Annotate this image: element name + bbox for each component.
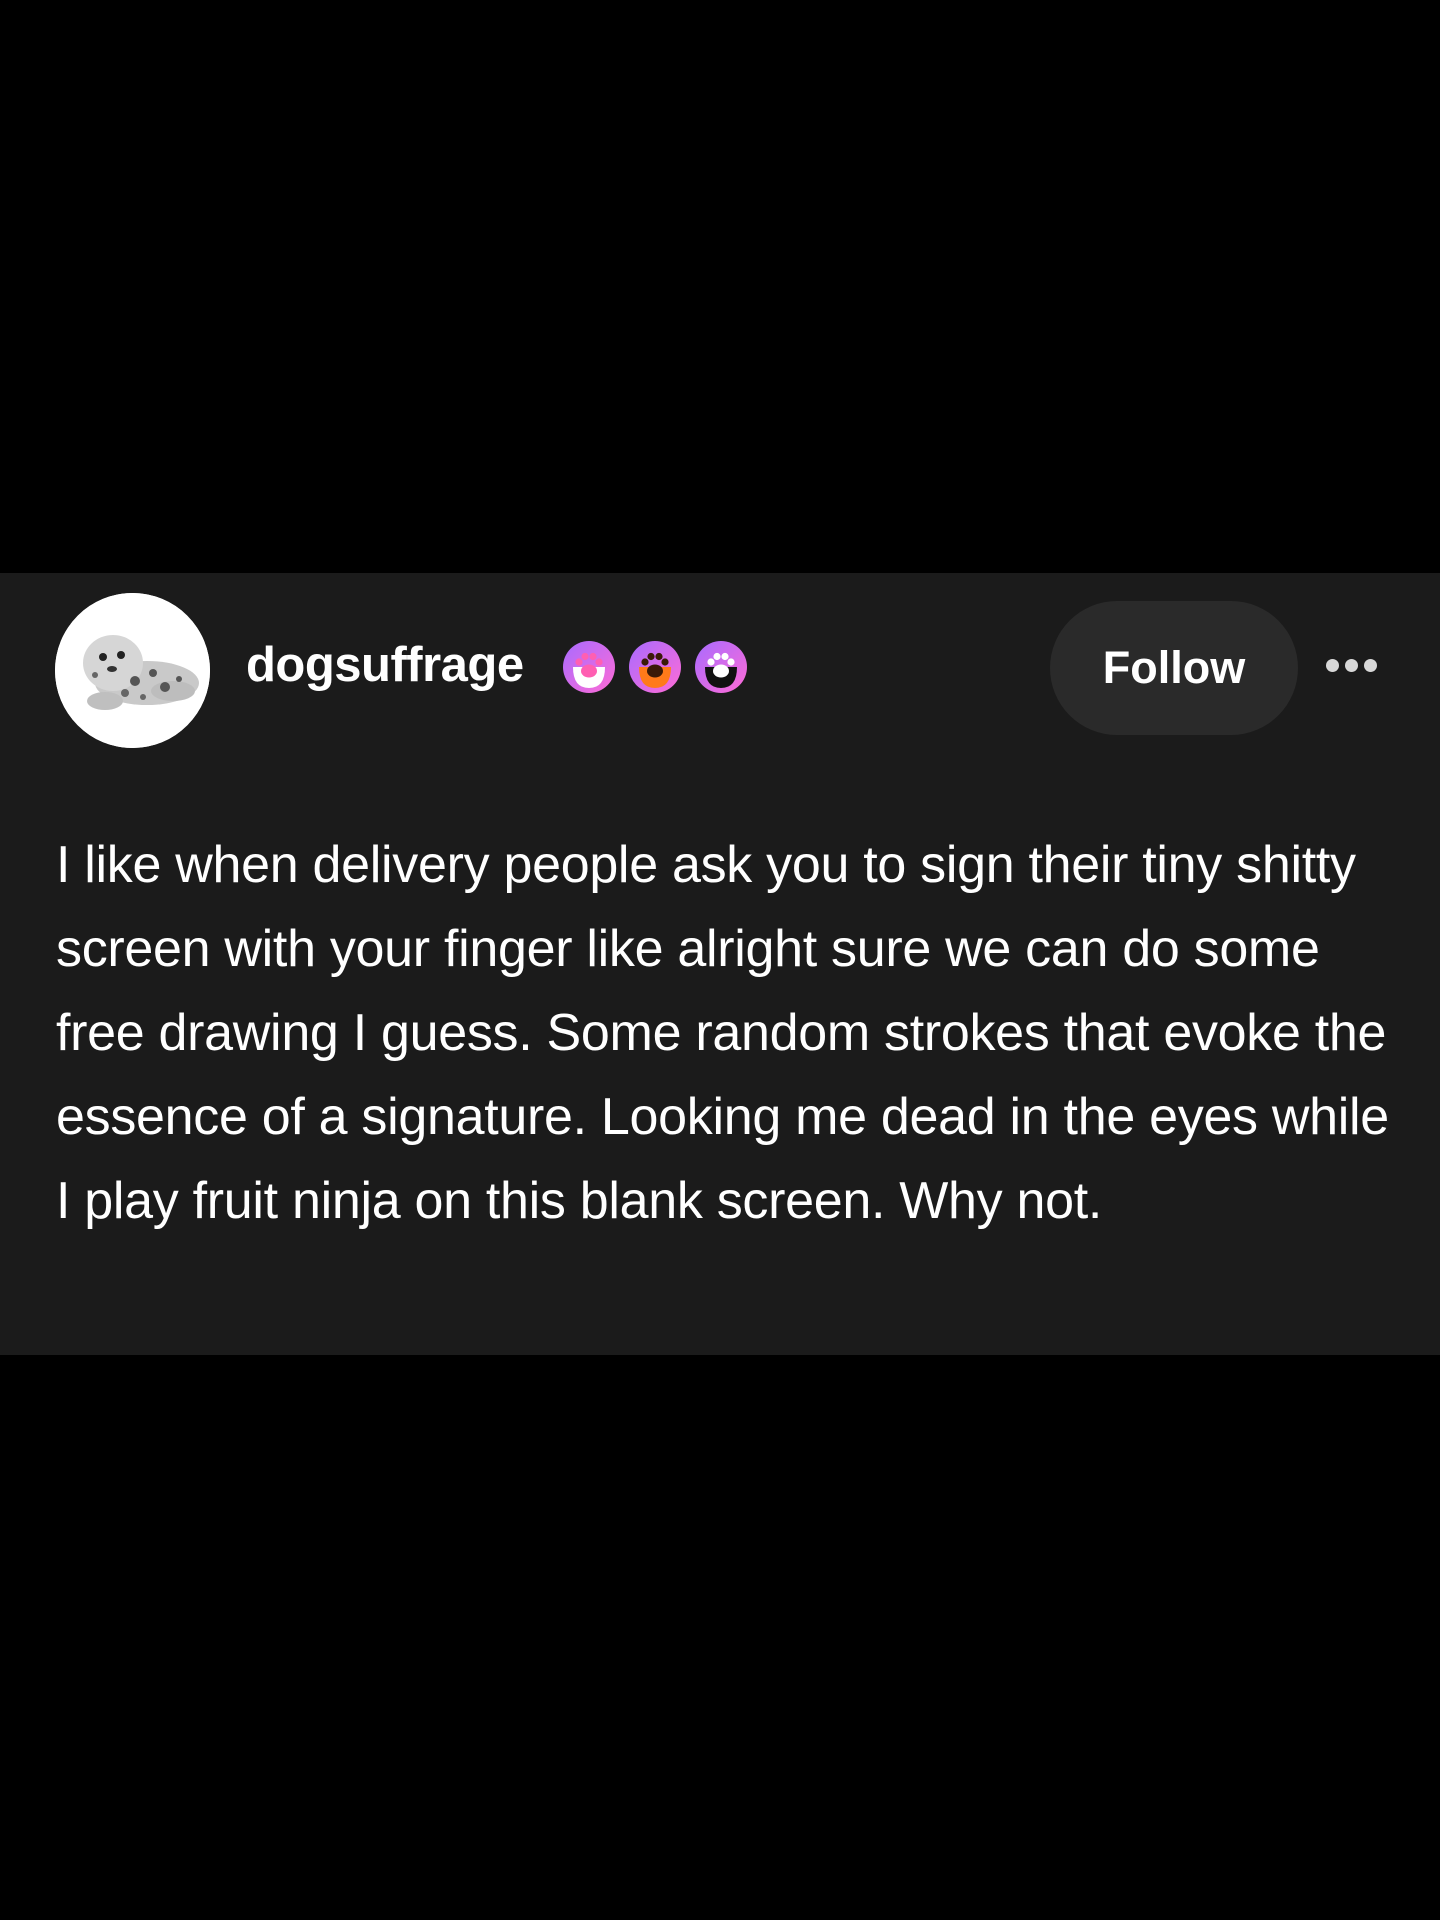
post-card: dogsuffrage Follow I like when delivery … xyxy=(0,573,1440,1355)
ellipsis-dot xyxy=(1326,659,1339,672)
ellipsis-dot xyxy=(1345,659,1358,672)
post-body-text: I like when delivery people ask you to s… xyxy=(56,836,1389,1230)
ellipsis-icon[interactable] xyxy=(1326,659,1377,672)
follow-button[interactable]: Follow xyxy=(1050,601,1298,735)
paw-badge-icon xyxy=(628,640,682,694)
plush-seal-avatar-icon xyxy=(55,593,210,748)
paw-badge-icon xyxy=(694,640,748,694)
ellipsis-dot xyxy=(1364,659,1377,672)
username[interactable]: dogsuffrage xyxy=(246,641,524,690)
avatar[interactable] xyxy=(55,593,210,748)
paw-badge-icon xyxy=(562,640,616,694)
badge-list xyxy=(562,640,748,694)
